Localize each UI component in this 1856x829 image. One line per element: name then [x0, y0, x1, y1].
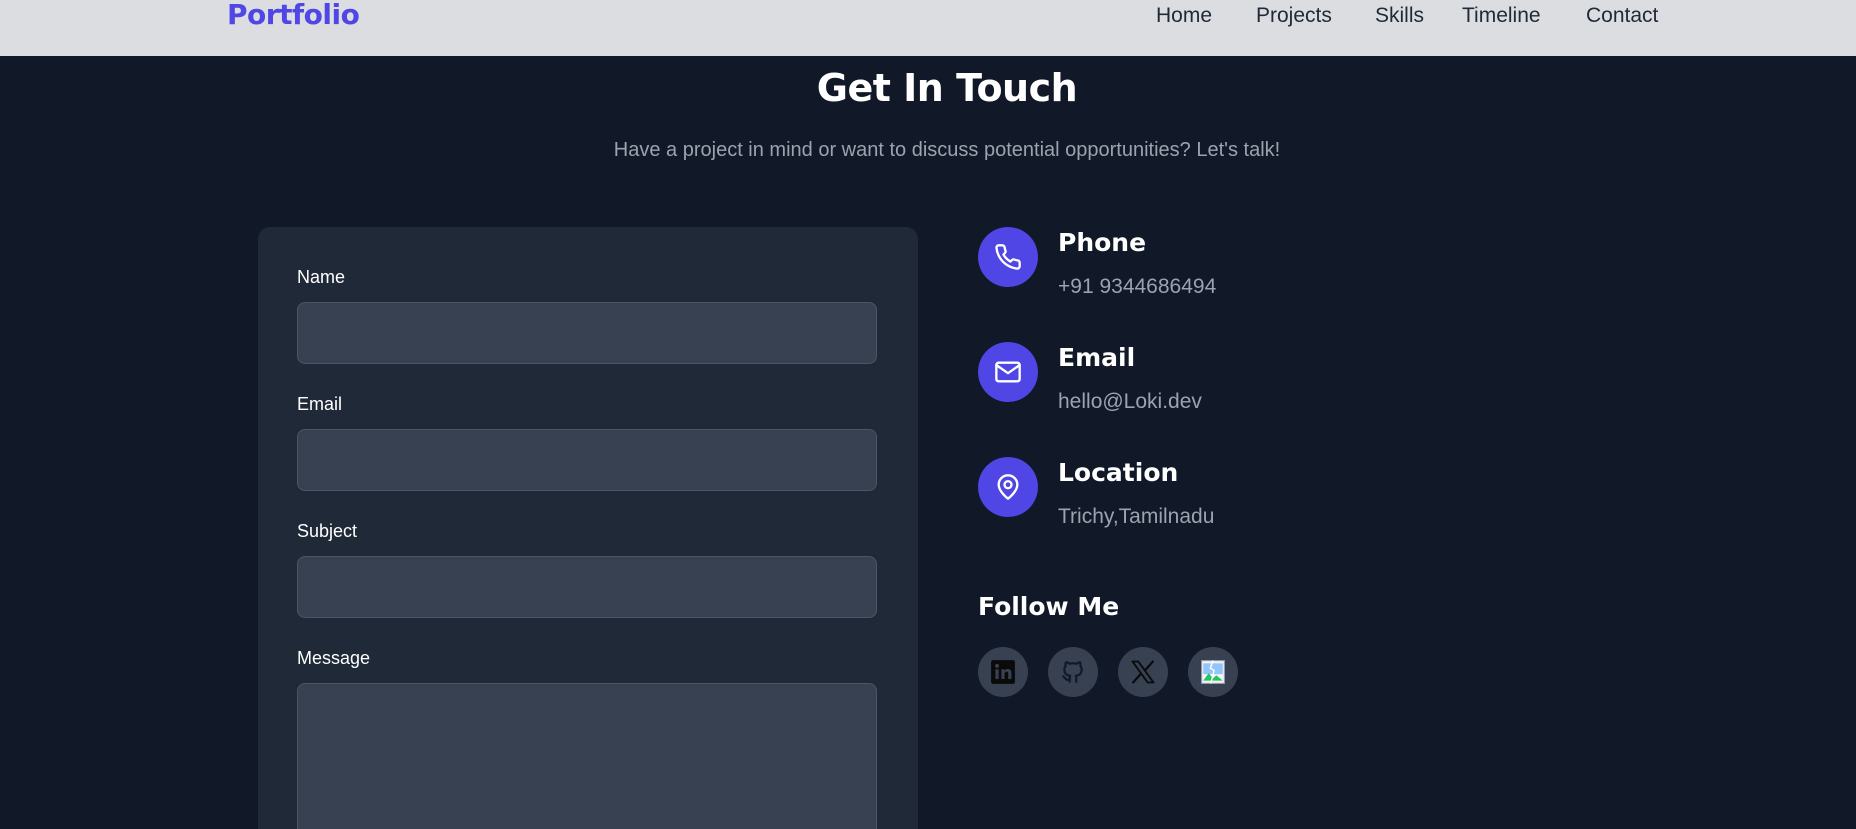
contact-email-title: Email [1058, 343, 1136, 372]
contact-phone-title: Phone [1058, 228, 1147, 257]
section-subtitle: Have a project in mind or want to discus… [613, 139, 1281, 161]
subject-label: Subject [297, 521, 358, 541]
name-label: Name [297, 267, 346, 287]
navbar: Portfolio Home Projects Skills Timeline … [0, 0, 1856, 56]
contact-email: Email hello@Loki.dev [978, 342, 1378, 422]
contact-location: Location Trichy,Tamilnadu [978, 457, 1378, 537]
section-title: Get In Touch [816, 66, 1078, 110]
subject-input[interactable] [297, 556, 877, 618]
contact-phone-value: +91 9344686494 [1058, 275, 1217, 298]
email-label: Email [297, 394, 343, 414]
github-icon [1062, 661, 1083, 683]
name-input[interactable] [297, 302, 877, 364]
map-pin-icon [978, 457, 1038, 517]
follow-me-title: Follow Me [978, 592, 1120, 621]
nav-link-timeline[interactable]: Timeline [1462, 4, 1541, 28]
contact-email-value: hello@Loki.dev [1058, 390, 1202, 413]
contact-location-title: Location [1058, 458, 1179, 487]
mail-icon [978, 342, 1038, 402]
nav-link-skills[interactable]: Skills [1375, 4, 1424, 28]
broken-image-button[interactable] [1188, 647, 1238, 697]
broken-image-icon [1201, 660, 1225, 684]
contact-form: Name Email Subject Message [258, 227, 918, 829]
linkedin-icon [991, 660, 1015, 684]
nav-link-projects[interactable]: Projects [1256, 4, 1332, 28]
nav-links: Home Projects Skills Timeline Contact [0, 4, 1856, 34]
github-button[interactable] [1048, 647, 1098, 697]
contact-phone: Phone +91 9344686494 [978, 227, 1378, 307]
linkedin-button[interactable] [978, 647, 1028, 697]
contact-location-value: Trichy,Tamilnadu [1058, 505, 1215, 528]
x-button[interactable] [1118, 647, 1168, 697]
message-textarea[interactable] [297, 683, 877, 829]
nav-link-home[interactable]: Home [1156, 4, 1212, 28]
phone-icon [978, 227, 1038, 287]
x-icon [1131, 660, 1155, 684]
nav-link-contact[interactable]: Contact [1586, 4, 1658, 28]
email-input[interactable] [297, 429, 877, 491]
message-label: Message [297, 648, 371, 668]
